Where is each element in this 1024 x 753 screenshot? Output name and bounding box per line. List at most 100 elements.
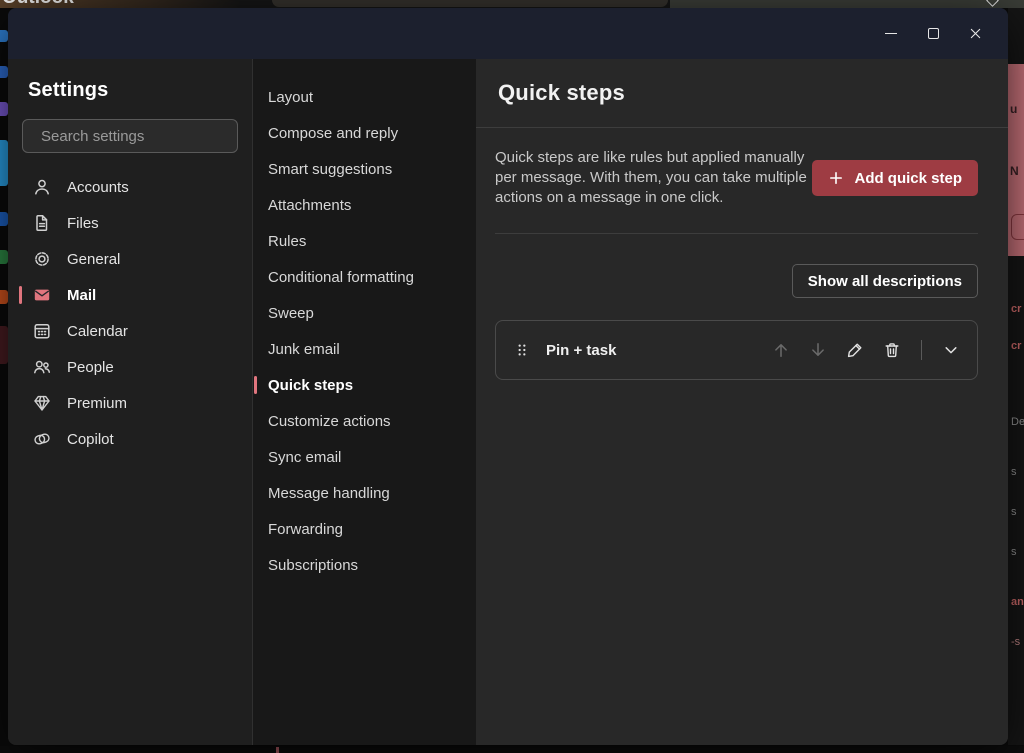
sidebar-item-premium[interactable]: Premium — [22, 385, 238, 421]
category-conditional-formatting[interactable]: Conditional formatting — [253, 259, 476, 295]
category-smart-suggestions[interactable]: Smart suggestions — [253, 151, 476, 187]
background-bottom-edge — [0, 746, 1024, 753]
trash-icon — [882, 340, 902, 360]
settings-dialog: Settings Accounts Files General — [8, 8, 1008, 745]
chevron-down-icon — [941, 340, 961, 360]
category-sync-email[interactable]: Sync email — [253, 439, 476, 475]
mail-categories-list: Layout Compose and reply Smart suggestio… — [252, 59, 476, 745]
background-rail-icon — [0, 102, 8, 116]
background-rail-icon — [0, 250, 8, 264]
background-rail-icon — [0, 212, 8, 226]
pencil-icon — [845, 340, 865, 360]
settings-search-box[interactable] — [22, 119, 238, 153]
edit-button[interactable] — [845, 340, 865, 360]
sidebar-item-files[interactable]: Files — [22, 205, 238, 241]
background-search-label: Search — [306, 0, 354, 3]
quick-step-name: Pin + task — [546, 342, 616, 359]
panel-title: Quick steps — [498, 80, 625, 106]
quick-steps-description: Quick steps are like rules but applied m… — [495, 148, 807, 208]
sidebar-item-general[interactable]: General — [22, 241, 238, 277]
edge-fragment: De — [1011, 416, 1024, 428]
screen: Outlook Search u N cr cr De s s s an -s — [0, 0, 1024, 753]
sidebar-item-label: People — [67, 359, 114, 376]
arrow-down-icon — [808, 340, 828, 360]
move-up-button[interactable] — [771, 340, 791, 360]
category-forwarding[interactable]: Forwarding — [253, 511, 476, 547]
category-message-handling[interactable]: Message handling — [253, 475, 476, 511]
dialog-titlebar — [8, 8, 1008, 59]
minimize-button[interactable] — [870, 18, 912, 50]
background-rail-icon — [0, 290, 8, 304]
section-divider — [495, 233, 978, 234]
background-promo-button — [1011, 214, 1024, 240]
category-sweep[interactable]: Sweep — [253, 295, 476, 331]
category-attachments[interactable]: Attachments — [253, 187, 476, 223]
edge-fragment: -s — [1011, 636, 1020, 648]
background-promo-panel: u N — [1008, 64, 1024, 256]
background-rail-icon — [0, 140, 8, 186]
expand-button[interactable] — [941, 340, 961, 360]
background-rail-icon — [0, 66, 8, 78]
category-customize-actions[interactable]: Customize actions — [253, 403, 476, 439]
background-rail-icon — [0, 30, 8, 42]
sidebar-item-label: Files — [67, 215, 99, 232]
maximize-button[interactable] — [912, 18, 954, 50]
actions-separator — [921, 340, 922, 360]
background-right-edge: u N cr cr De s s s an -s — [1008, 8, 1024, 745]
panel-content: Quick steps are like rules but applied m… — [476, 128, 1008, 380]
edge-fragment: N — [1010, 164, 1019, 178]
drag-handle-icon[interactable] — [513, 341, 531, 359]
sidebar-item-label: Mail — [67, 287, 96, 304]
mail-icon — [32, 285, 52, 305]
category-junk-email[interactable]: Junk email — [253, 331, 476, 367]
person-icon — [32, 177, 52, 197]
category-compose-and-reply[interactable]: Compose and reply — [253, 115, 476, 151]
settings-search-input[interactable] — [41, 128, 240, 145]
move-down-button[interactable] — [808, 340, 828, 360]
edge-fragment: s — [1011, 546, 1017, 558]
maximize-icon — [928, 28, 939, 39]
file-icon — [32, 213, 52, 233]
arrow-up-icon — [771, 340, 791, 360]
show-all-row: Show all descriptions — [495, 264, 978, 298]
show-all-descriptions-button[interactable]: Show all descriptions — [792, 264, 978, 298]
background-search-bar: Search — [272, 0, 668, 7]
sidebar-item-label: Calendar — [67, 323, 128, 340]
copilot-icon — [32, 429, 52, 449]
background-rail-icon — [0, 326, 8, 364]
sidebar-item-people[interactable]: People — [22, 349, 238, 385]
settings-dialog-title: Settings — [28, 79, 238, 102]
edge-fragment: u — [1010, 102, 1017, 116]
minimize-icon — [885, 33, 897, 35]
edge-fragment — [276, 747, 279, 753]
quick-step-actions — [771, 340, 961, 360]
search-icon — [282, 0, 298, 2]
sidebar-item-accounts[interactable]: Accounts — [22, 169, 238, 205]
delete-button[interactable] — [882, 340, 902, 360]
category-subscriptions[interactable]: Subscriptions — [253, 547, 476, 583]
add-quick-step-label: Add quick step — [854, 170, 962, 187]
plus-icon — [828, 170, 844, 186]
sidebar-item-label: Accounts — [67, 179, 129, 196]
category-layout[interactable]: Layout — [253, 79, 476, 115]
edge-fragment: cr — [1011, 340, 1021, 352]
add-quick-step-button[interactable]: Add quick step — [812, 160, 978, 196]
category-quick-steps[interactable]: Quick steps — [253, 367, 476, 403]
close-icon — [968, 26, 983, 41]
sidebar-item-copilot[interactable]: Copilot — [22, 421, 238, 457]
sidebar-item-mail[interactable]: Mail — [22, 277, 238, 313]
calendar-icon — [32, 321, 52, 341]
sidebar-item-label: General — [67, 251, 120, 268]
description-row: Quick steps are like rules but applied m… — [495, 148, 978, 208]
close-button[interactable] — [954, 18, 996, 50]
background-app-topbar: Outlook Search — [0, 0, 1024, 8]
sidebar-item-label: Copilot — [67, 431, 114, 448]
quick-step-row: Pin + task — [495, 320, 978, 380]
sidebar-item-label: Premium — [67, 395, 127, 412]
diamond-icon — [32, 393, 52, 413]
edge-fragment: s — [1011, 466, 1017, 478]
dialog-body: Settings Accounts Files General — [8, 59, 1008, 745]
sidebar-item-calendar[interactable]: Calendar — [22, 313, 238, 349]
edge-fragment: an — [1011, 596, 1024, 608]
category-rules[interactable]: Rules — [253, 223, 476, 259]
